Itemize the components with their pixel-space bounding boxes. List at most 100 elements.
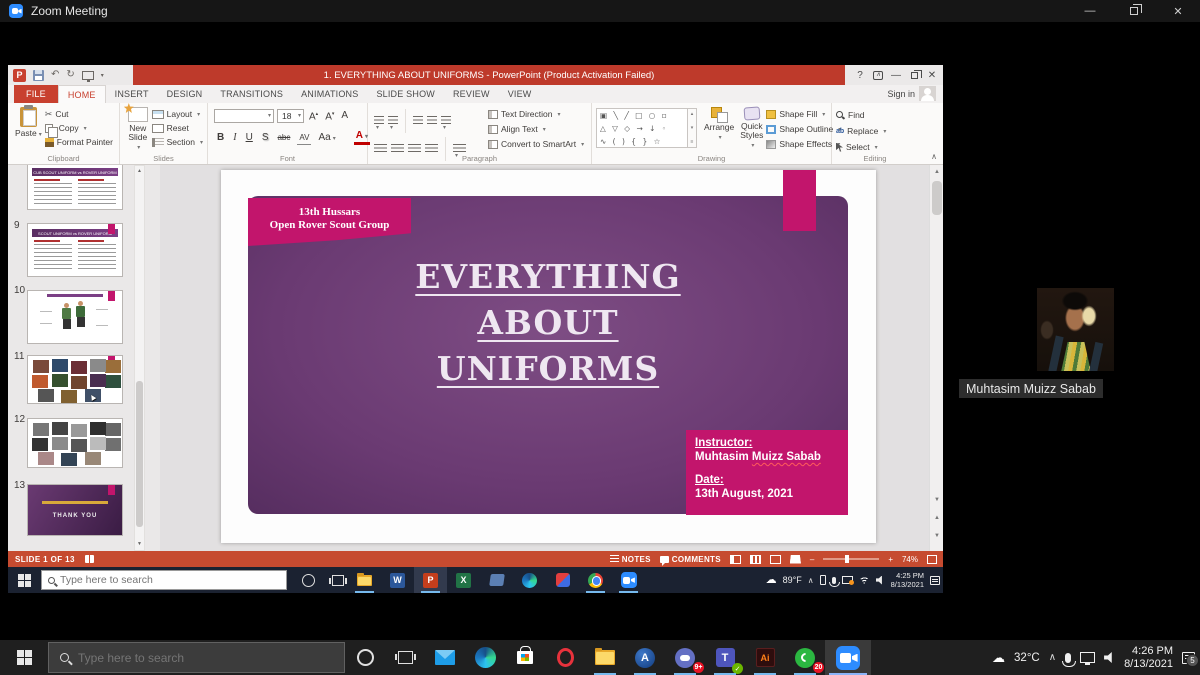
spell-check-icon[interactable] xyxy=(85,555,94,563)
shapes-scroll[interactable]: ▴▾≡ xyxy=(688,108,697,148)
start-slideshow-icon[interactable] xyxy=(82,71,94,80)
quick-styles-button[interactable]: Quick Styles xyxy=(737,105,766,153)
bold-button[interactable]: B xyxy=(215,132,226,144)
help-button[interactable]: ? xyxy=(851,65,869,85)
shape-effects-button[interactable]: Shape Effects xyxy=(766,137,841,151)
change-case-button[interactable]: Aa xyxy=(316,132,337,145)
strikethrough-button[interactable]: abc xyxy=(275,132,292,144)
search-input[interactable] xyxy=(78,651,288,665)
hidden-icons-chevron[interactable]: ∧ xyxy=(1049,652,1056,663)
clock[interactable]: 4:25 PM8/13/2021 xyxy=(891,571,924,589)
bookmark-ribbon-shape[interactable] xyxy=(783,170,816,231)
slide-title-textbox[interactable]: EVERYTHING ABOUT UNIFORMS xyxy=(248,254,848,392)
sign-in-link[interactable]: Sign in xyxy=(887,89,915,99)
shape-outline-button[interactable]: Shape Outline xyxy=(766,122,841,136)
scroll-down-button[interactable]: ▼ xyxy=(930,493,944,507)
clock[interactable]: 4:26 PM8/13/2021 xyxy=(1124,645,1173,671)
zoom-in-button[interactable]: + xyxy=(888,555,893,564)
decrease-indent-button[interactable] xyxy=(413,116,423,126)
participant-video-tile[interactable] xyxy=(1037,288,1114,371)
zoom-slider-thumb[interactable] xyxy=(845,555,849,563)
file-explorer-button[interactable] xyxy=(348,567,381,593)
increase-indent-button[interactable] xyxy=(427,116,437,126)
scroll-up-button[interactable]: ▲ xyxy=(135,166,144,177)
select-button[interactable]: Select xyxy=(836,140,914,154)
close-button[interactable]: ✕ xyxy=(1156,0,1200,22)
ppt-minimize-button[interactable]: — xyxy=(887,65,905,85)
temperature[interactable]: 32°C xyxy=(1014,652,1040,664)
weather-cloud-icon[interactable]: ☁ xyxy=(992,652,1005,663)
chrome-button[interactable] xyxy=(579,567,612,593)
slide-11-thumbnail[interactable] xyxy=(27,355,123,404)
temperature[interactable]: 89°F xyxy=(783,575,802,585)
slide-canvas[interactable]: 13th Hussars Open Rover Scout Group EVER… xyxy=(221,170,876,543)
layout-button[interactable]: Layout xyxy=(152,107,203,121)
microphone-icon[interactable] xyxy=(1065,653,1071,663)
numbering-button[interactable] xyxy=(388,116,398,126)
copy-button[interactable]: Copy xyxy=(45,121,113,135)
align-left-button[interactable] xyxy=(374,144,387,154)
tab-design[interactable]: DESIGN xyxy=(158,85,212,103)
replace-button[interactable]: abReplace xyxy=(836,124,914,138)
normal-view-button[interactable] xyxy=(730,555,741,564)
tab-slideshow[interactable]: SLIDE SHOW xyxy=(367,85,444,103)
slideshow-view-button[interactable] xyxy=(790,555,801,564)
scrollbar-thumb[interactable] xyxy=(136,381,143,527)
tab-transitions[interactable]: TRANSITIONS xyxy=(211,85,292,103)
slide-9-thumbnail[interactable]: SCOUT UNIFORM vs ROVER UNIFORM xyxy=(27,223,123,277)
convert-smartart-button[interactable]: Convert to SmartArt xyxy=(488,137,584,151)
zoom-app-button[interactable] xyxy=(825,640,871,675)
edge-button[interactable] xyxy=(465,640,505,675)
discord-button[interactable]: 9+ xyxy=(665,640,705,675)
bullets-button[interactable] xyxy=(374,116,384,126)
zoom-app-button[interactable] xyxy=(612,567,645,593)
a-app-button[interactable]: A xyxy=(625,640,665,675)
reset-button[interactable]: Reset xyxy=(152,121,203,135)
slide-background-shape[interactable]: 13th Hussars Open Rover Scout Group EVER… xyxy=(248,196,848,514)
vertical-scrollbar[interactable]: ▲ ▼ ▲ ▼ xyxy=(929,165,943,551)
paint-app-button[interactable] xyxy=(546,567,579,593)
excel-button[interactable]: X xyxy=(447,567,480,593)
shape-fill-button[interactable]: Shape Fill xyxy=(766,107,841,121)
section-button[interactable]: Section xyxy=(152,135,203,149)
new-slide-button[interactable]: New Slide xyxy=(124,105,152,155)
shapes-gallery[interactable]: ▣ ╲ ╱ □ ○ ▫ △ ▽ ◇ → ↓ ◦ ∿ ( ) { } ☆ ▴▾≡ xyxy=(596,108,697,153)
account-avatar-icon[interactable] xyxy=(919,86,936,101)
clear-formatting-button[interactable]: A xyxy=(339,110,350,122)
weather-cloud-icon[interactable]: ☁ xyxy=(766,575,777,586)
instructor-info-box[interactable]: Instructor: Muhtasim Muizz Sabab Date: 1… xyxy=(686,430,848,515)
screen-share-icon[interactable] xyxy=(842,576,853,584)
underline-button[interactable]: U xyxy=(244,132,255,144)
teams-button[interactable]: T xyxy=(705,640,745,675)
grow-font-button[interactable]: A▴ xyxy=(307,108,320,123)
slide-10-thumbnail[interactable] xyxy=(27,290,123,344)
slide-13-thumbnail[interactable]: THANK YOU xyxy=(27,484,123,536)
character-spacing-button[interactable]: AV xyxy=(297,132,311,145)
paste-button[interactable]: Paste xyxy=(12,105,45,149)
collapse-ribbon-button[interactable]: ∧ xyxy=(931,152,937,161)
text-shadow-button[interactable]: S xyxy=(260,132,271,144)
zoom-slider[interactable] xyxy=(823,558,879,560)
previous-slide-button[interactable]: ▲ xyxy=(930,511,944,525)
shrink-font-button[interactable]: A▾ xyxy=(323,108,336,123)
mail-button[interactable] xyxy=(425,640,465,675)
app-button[interactable] xyxy=(480,567,513,593)
speaker-icon[interactable] xyxy=(1104,652,1115,663)
opera-button[interactable] xyxy=(545,640,585,675)
microphone-icon[interactable] xyxy=(832,577,836,584)
phone-icon[interactable] xyxy=(820,575,826,585)
slide-sorter-view-button[interactable] xyxy=(750,555,761,564)
tab-insert[interactable]: INSERT xyxy=(106,85,158,103)
action-center-icon[interactable] xyxy=(930,576,940,585)
zoom-out-button[interactable]: – xyxy=(810,555,814,564)
comments-button[interactable]: COMMENTS xyxy=(660,555,721,564)
reading-view-button[interactable] xyxy=(770,555,781,564)
font-name-combo[interactable] xyxy=(214,109,274,123)
scroll-down-button[interactable]: ▼ xyxy=(135,539,144,550)
start-button[interactable] xyxy=(0,640,48,675)
line-spacing-button[interactable] xyxy=(441,116,451,126)
fit-to-window-button[interactable] xyxy=(927,555,937,564)
tab-review[interactable]: REVIEW xyxy=(444,85,499,103)
ribbon-options-button[interactable] xyxy=(869,65,887,85)
thumbnail-scrollbar[interactable]: ▲ ▼ xyxy=(134,165,145,551)
